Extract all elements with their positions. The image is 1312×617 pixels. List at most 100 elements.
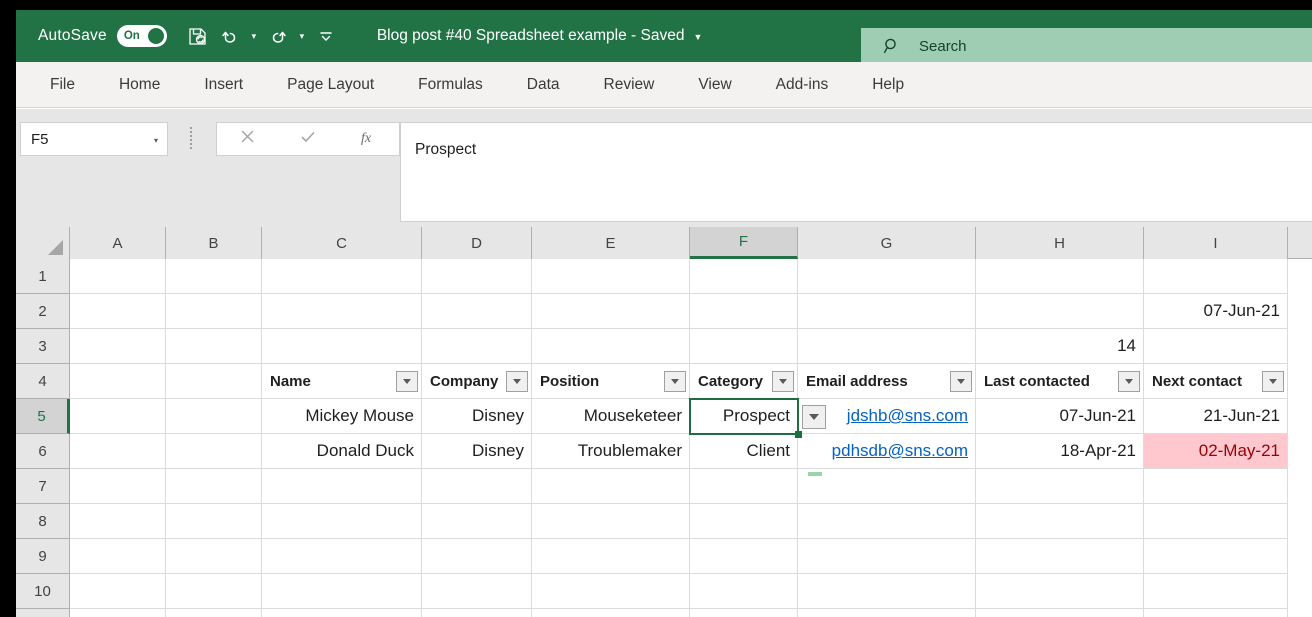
tab-data[interactable]: Data — [515, 72, 572, 98]
cell-B3[interactable] — [166, 329, 262, 364]
cell-D7[interactable] — [422, 469, 532, 504]
cell-D9[interactable] — [422, 539, 532, 574]
cell-G8[interactable] — [798, 504, 976, 539]
cell-H9[interactable] — [976, 539, 1144, 574]
filter-dropdown-next-contact[interactable] — [1262, 371, 1284, 392]
column-header-h[interactable]: H — [976, 227, 1144, 259]
undo-dropdown-caret-icon[interactable]: ▾ — [247, 20, 261, 52]
formula-input[interactable]: Prospect — [400, 122, 1312, 222]
cell-G10[interactable] — [798, 574, 976, 609]
row-header-4[interactable]: 4 — [16, 364, 70, 399]
name-box-caret-icon[interactable]: ▾ — [154, 136, 158, 145]
filter-dropdown-company[interactable] — [506, 371, 528, 392]
cell-F4[interactable]: Category — [690, 364, 798, 399]
cell-E8[interactable] — [532, 504, 690, 539]
cell-G1[interactable] — [798, 259, 976, 294]
cancel-icon[interactable] — [227, 128, 267, 150]
cell-I8[interactable] — [1144, 504, 1288, 539]
column-header-i[interactable]: I — [1144, 227, 1288, 259]
cell-A9[interactable] — [70, 539, 166, 574]
redo-dropdown-caret-icon[interactable]: ▾ — [295, 20, 309, 52]
tab-file[interactable]: File — [38, 72, 87, 98]
cell-E2[interactable] — [532, 294, 690, 329]
cell-A11[interactable] — [70, 609, 166, 617]
cell-F5[interactable]: Prospect — [690, 399, 798, 434]
tab-add-ins[interactable]: Add-ins — [764, 72, 841, 98]
document-title[interactable]: Blog post #40 Spreadsheet example - Save… — [377, 27, 703, 45]
autosave-control[interactable]: AutoSave On — [38, 25, 167, 47]
column-header-g[interactable]: G — [798, 227, 976, 259]
cell-A8[interactable] — [70, 504, 166, 539]
cell-C10[interactable] — [262, 574, 422, 609]
cell-I10[interactable] — [1144, 574, 1288, 609]
cell-D6[interactable]: Disney — [422, 434, 532, 469]
cell-G7[interactable] — [798, 469, 976, 504]
save-icon[interactable] — [183, 20, 213, 52]
filter-dropdown-position[interactable] — [664, 371, 686, 392]
cell-F7[interactable] — [690, 469, 798, 504]
cell-G11[interactable] — [798, 609, 976, 617]
cell-E3[interactable] — [532, 329, 690, 364]
cell-I3[interactable] — [1144, 329, 1288, 364]
cell-B6[interactable] — [166, 434, 262, 469]
cell-I4[interactable]: Next contact — [1144, 364, 1288, 399]
cell-I9[interactable] — [1144, 539, 1288, 574]
cell-D5[interactable]: Disney — [422, 399, 532, 434]
cell-D4[interactable]: Company — [422, 364, 532, 399]
tab-review[interactable]: Review — [592, 72, 667, 98]
row-header-1[interactable]: 1 — [16, 259, 70, 294]
column-header-b[interactable]: B — [166, 227, 262, 259]
tab-insert[interactable]: Insert — [192, 72, 255, 98]
cell-H1[interactable] — [976, 259, 1144, 294]
cell-A3[interactable] — [70, 329, 166, 364]
search-input[interactable]: Search — [861, 28, 1312, 64]
cell-H11[interactable] — [976, 609, 1144, 617]
filter-dropdown-category[interactable] — [772, 371, 794, 392]
cell-E5[interactable]: Mouseketeer — [532, 399, 690, 434]
cell-A2[interactable] — [70, 294, 166, 329]
redo-icon[interactable] — [263, 20, 293, 52]
cell-B5[interactable] — [166, 399, 262, 434]
cell-C5[interactable]: Mickey Mouse — [262, 399, 422, 434]
fill-handle[interactable] — [795, 431, 802, 438]
cell-I11[interactable] — [1144, 609, 1288, 617]
column-header-c[interactable]: C — [262, 227, 422, 259]
cell-E9[interactable] — [532, 539, 690, 574]
name-box[interactable]: F5 ▾ — [20, 122, 168, 156]
cell-F1[interactable] — [690, 259, 798, 294]
cell-B10[interactable] — [166, 574, 262, 609]
undo-icon[interactable] — [215, 20, 245, 52]
cell-C3[interactable] — [262, 329, 422, 364]
tab-help[interactable]: Help — [860, 72, 916, 98]
cell-E6[interactable]: Troublemaker — [532, 434, 690, 469]
cell-E10[interactable] — [532, 574, 690, 609]
cell-F3[interactable] — [690, 329, 798, 364]
cell-E11[interactable] — [532, 609, 690, 617]
cell-F6[interactable]: Client — [690, 434, 798, 469]
column-header-f[interactable]: F — [690, 227, 798, 259]
row-header-7[interactable]: 7 — [16, 469, 70, 504]
cell-I2[interactable]: 07-Jun-21 — [1144, 294, 1288, 329]
cell-F11[interactable] — [690, 609, 798, 617]
cell-I6[interactable]: 02-May-21 — [1144, 434, 1288, 469]
filter-dropdown-name[interactable] — [396, 371, 418, 392]
cell-E4[interactable]: Position — [532, 364, 690, 399]
cell-I1[interactable] — [1144, 259, 1288, 294]
cell-H5[interactable]: 07-Jun-21 — [976, 399, 1144, 434]
cell-F10[interactable] — [690, 574, 798, 609]
cell-H2[interactable] — [976, 294, 1144, 329]
row-header-6[interactable]: 6 — [16, 434, 70, 469]
column-header-e[interactable]: E — [532, 227, 690, 259]
data-validation-dropdown-icon[interactable] — [802, 405, 826, 429]
cell-C11[interactable] — [262, 609, 422, 617]
cell-C6[interactable]: Donald Duck — [262, 434, 422, 469]
cell-C4[interactable]: Name — [262, 364, 422, 399]
tab-formulas[interactable]: Formulas — [406, 72, 495, 98]
row-header-5[interactable]: 5 — [16, 399, 70, 434]
cell-D2[interactable] — [422, 294, 532, 329]
cell-C8[interactable] — [262, 504, 422, 539]
cell-H6[interactable]: 18-Apr-21 — [976, 434, 1144, 469]
cell-E7[interactable] — [532, 469, 690, 504]
row-header-9[interactable]: 9 — [16, 539, 70, 574]
cell-B8[interactable] — [166, 504, 262, 539]
